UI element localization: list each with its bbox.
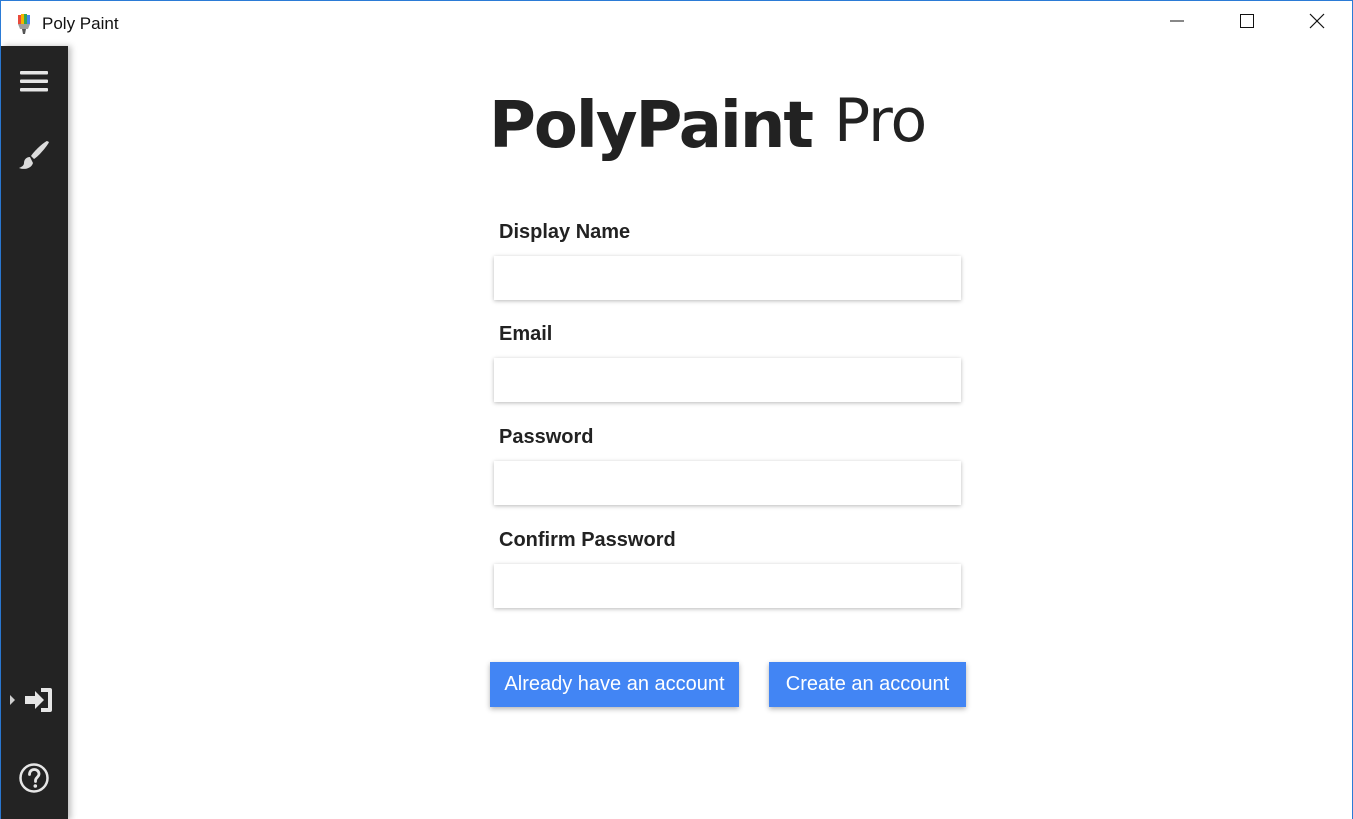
email-input[interactable] [494, 358, 961, 402]
display-name-label: Display Name [499, 221, 631, 243]
close-button[interactable] [1282, 1, 1352, 46]
logo-light-text: Pro [834, 86, 927, 156]
minimize-icon [1170, 14, 1184, 33]
brush-icon [18, 139, 50, 176]
password-label: Password [499, 426, 594, 448]
create-account-button[interactable]: Create an account [769, 662, 966, 707]
login-icon [25, 687, 53, 718]
sidebar [1, 46, 68, 819]
palette-icon [15, 13, 33, 35]
expand-arrow-icon [9, 693, 17, 711]
app-window: Poly Paint PolyPaint Pro Display Name Em… [0, 0, 1353, 819]
maximize-button[interactable] [1212, 1, 1282, 46]
maximize-icon [1240, 14, 1254, 33]
email-label: Email [499, 323, 553, 345]
menu-button[interactable] [15, 64, 53, 102]
display-name-input[interactable] [494, 256, 961, 300]
close-icon [1309, 13, 1325, 34]
confirm-password-input[interactable] [494, 564, 961, 608]
minimize-button[interactable] [1142, 1, 1212, 46]
confirm-password-label: Confirm Password [499, 529, 676, 551]
title-bar[interactable]: Poly Paint [1, 1, 1352, 46]
paint-button[interactable] [15, 138, 53, 176]
already-have-account-button[interactable]: Already have an account [490, 662, 739, 707]
app-logo: PolyPaint Pro [489, 86, 927, 169]
logo-bold-text: PolyPaint [489, 89, 814, 163]
window-title: Poly Paint [42, 14, 119, 33]
help-icon [18, 762, 50, 799]
password-input[interactable] [494, 461, 961, 505]
help-button[interactable] [15, 761, 53, 799]
menu-icon [20, 69, 48, 98]
login-button[interactable] [3, 683, 59, 721]
